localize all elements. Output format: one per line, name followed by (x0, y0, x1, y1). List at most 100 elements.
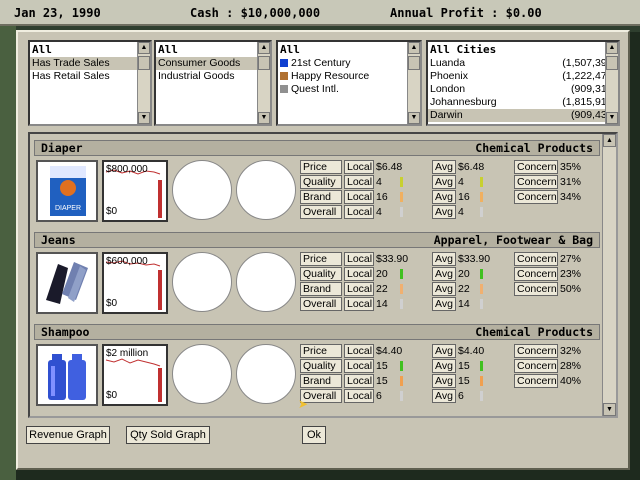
overall-button[interactable]: Overall (300, 205, 342, 219)
list-item[interactable]: Happy Resource (278, 70, 420, 83)
concern-button[interactable]: Concern (514, 190, 558, 204)
city-filter-list[interactable]: All Cities Luanda (1,507,390) Phoenix (1,2… (426, 40, 620, 126)
avg-button[interactable]: Avg (432, 297, 456, 311)
scroll-down-icon[interactable]: ▼ (408, 112, 420, 124)
list-item[interactable]: 21st Century (278, 57, 420, 70)
list-header[interactable]: All (30, 42, 150, 57)
avg-button[interactable]: Avg (432, 252, 456, 266)
avg-button[interactable]: Avg (432, 344, 456, 358)
local-button[interactable]: Local (344, 374, 374, 388)
avg-button[interactable]: Avg (432, 267, 456, 281)
ok-button[interactable]: Ok (302, 426, 326, 444)
local-button[interactable]: Local (344, 190, 374, 204)
list-header[interactable]: All Cities (428, 42, 618, 57)
list-item[interactable]: Darwin (909,439) (428, 109, 618, 122)
overall-button[interactable]: Overall (300, 297, 342, 311)
list-header[interactable]: All (278, 42, 408, 57)
scroll-down-icon[interactable]: ▼ (606, 112, 618, 124)
market-share-pie[interactable] (172, 160, 232, 220)
avg-price-value: $4.40 (458, 345, 485, 357)
local-button[interactable]: Local (344, 344, 374, 358)
scrollbar[interactable]: ▲ ▼ (407, 42, 420, 124)
scroll-thumb[interactable] (408, 56, 420, 70)
list-item[interactable]: Luanda (1,507,390) (428, 57, 618, 70)
scroll-thumb[interactable] (606, 56, 618, 70)
scroll-up-icon[interactable]: ▲ (606, 42, 618, 54)
list-item[interactable]: Consumer Goods (156, 57, 258, 70)
local-button[interactable]: Local (344, 205, 374, 219)
scroll-up-icon[interactable]: ▲ (408, 42, 420, 54)
revenue-graph-button[interactable]: Revenue Graph (26, 426, 110, 444)
scrollbar[interactable]: ▲ ▼ (605, 42, 618, 124)
scroll-down-icon[interactable]: ▼ (138, 112, 150, 124)
list-item[interactable]: Has Trade Sales (30, 57, 138, 70)
revenue-mini-graph[interactable]: $800,000 $0 (102, 160, 168, 222)
list-header[interactable]: All (156, 42, 270, 57)
scroll-thumb[interactable] (258, 56, 270, 70)
list-item[interactable]: London (909,317) (428, 83, 618, 96)
brand-button[interactable]: Brand (300, 282, 342, 296)
quality-button[interactable]: Quality (300, 359, 342, 373)
market-share-pie[interactable] (236, 344, 296, 404)
brand-button[interactable]: Brand (300, 190, 342, 204)
concern-button[interactable]: Concern (514, 267, 558, 281)
concern-button[interactable]: Concern (514, 344, 558, 358)
avg-button[interactable]: Avg (432, 389, 456, 403)
avg-button[interactable]: Avg (432, 205, 456, 219)
scrollbar[interactable]: ▲ ▼ (137, 42, 150, 124)
scrollbar[interactable]: ▲ ▼ (257, 42, 270, 124)
trade-filter-list[interactable]: All Has Trade Sales Has Retail Sales ▲ ▼ (28, 40, 152, 126)
scroll-thumb[interactable] (138, 56, 150, 70)
concern-button[interactable]: Concern (514, 252, 558, 266)
concern-button[interactable]: Concern (514, 282, 558, 296)
brand-button[interactable]: Brand (300, 374, 342, 388)
local-button[interactable]: Local (344, 175, 374, 189)
market-share-pie[interactable] (172, 344, 232, 404)
scroll-up-icon[interactable]: ▲ (603, 134, 616, 147)
local-button[interactable]: Local (344, 359, 374, 373)
avg-button[interactable]: Avg (432, 282, 456, 296)
local-button[interactable]: Local (344, 252, 374, 266)
scroll-up-icon[interactable]: ▲ (258, 42, 270, 54)
concern-button[interactable]: Concern (514, 359, 558, 373)
scrollbar[interactable]: ▲ ▼ (602, 134, 616, 416)
list-item[interactable]: Quest Intl. (278, 83, 420, 96)
avg-button[interactable]: Avg (432, 160, 456, 174)
level-indicator (400, 391, 403, 401)
local-button[interactable]: Local (344, 389, 374, 403)
local-button[interactable]: Local (344, 282, 374, 296)
avg-button[interactable]: Avg (432, 359, 456, 373)
price-button[interactable]: Price (300, 160, 342, 174)
quality-button[interactable]: Quality (300, 267, 342, 281)
revenue-mini-graph[interactable]: $2 million $0 (102, 344, 168, 406)
scroll-up-icon[interactable]: ▲ (138, 42, 150, 54)
list-item[interactable]: Phoenix (1,222,471) (428, 70, 618, 83)
concern-button[interactable]: Concern (514, 160, 558, 174)
product-list[interactable]: ▲ ▼ Diaper Chemical Products DIAPER $800,0… (28, 132, 618, 418)
goods-filter-list[interactable]: All Consumer Goods Industrial Goods ▲ ▼ (154, 40, 272, 126)
revenue-bar (158, 180, 162, 218)
firm-filter-list[interactable]: All 21st Century Happy Resource Quest In… (276, 40, 422, 126)
price-button[interactable]: Price (300, 252, 342, 266)
price-button[interactable]: Price (300, 344, 342, 358)
market-share-pie[interactable] (172, 252, 232, 312)
market-share-pie[interactable] (236, 252, 296, 312)
local-button[interactable]: Local (344, 297, 374, 311)
local-button[interactable]: Local (344, 160, 374, 174)
qty-sold-graph-button[interactable]: Qty Sold Graph (126, 426, 210, 444)
list-item[interactable]: Industrial Goods (156, 70, 258, 83)
avg-button[interactable]: Avg (432, 374, 456, 388)
avg-button[interactable]: Avg (432, 190, 456, 204)
market-share-pie[interactable] (236, 160, 296, 220)
quality-button[interactable]: Quality (300, 175, 342, 189)
avg-button[interactable]: Avg (432, 175, 456, 189)
concern-quality-value: 28% (560, 360, 582, 372)
scroll-down-icon[interactable]: ▼ (603, 403, 616, 416)
concern-button[interactable]: Concern (514, 374, 558, 388)
revenue-mini-graph[interactable]: $600,000 $0 (102, 252, 168, 314)
scroll-down-icon[interactable]: ▼ (258, 112, 270, 124)
local-button[interactable]: Local (344, 267, 374, 281)
concern-button[interactable]: Concern (514, 175, 558, 189)
list-item[interactable]: Johannesburg (1,815,917) (428, 96, 618, 109)
list-item[interactable]: Has Retail Sales (30, 70, 138, 83)
